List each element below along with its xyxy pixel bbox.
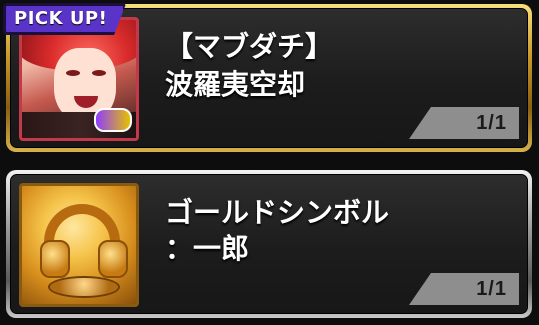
reward-card-2-body: ゴールドシンボル ：一郎 1/1 [10, 174, 528, 314]
character-portrait-icon [19, 17, 139, 141]
item-2-count: 1/1 [476, 278, 507, 300]
rarity-emblem-icon [94, 108, 132, 132]
pedestal-base [48, 276, 120, 298]
portrait-eye-left [66, 70, 80, 76]
item-1-title-line2: 波羅夷空却 [165, 68, 306, 101]
item-2-title-line2: ：一郎 [165, 232, 250, 265]
earcup-left [40, 240, 70, 278]
item-2-title-line1: ゴールドシンボル [165, 196, 390, 229]
reward-card-2[interactable]: ゴールドシンボル ：一郎 1/1 [6, 170, 532, 318]
pickup-badge: PICK UP! [3, 3, 127, 35]
earcup-right [98, 240, 128, 278]
portrait-eye-right [92, 70, 106, 76]
item-1-count: 1/1 [476, 112, 507, 134]
gold-symbol-icon [19, 183, 139, 307]
item-1-title-line1: 【マブダチ】 [165, 30, 334, 63]
